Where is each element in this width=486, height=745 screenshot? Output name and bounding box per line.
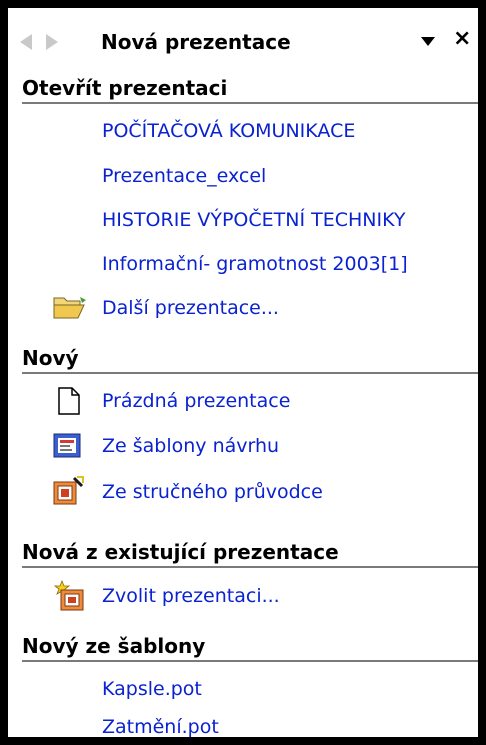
more-presentations-link[interactable]: Další prezentace...: [102, 297, 279, 319]
section-from-template-title: Nový ze šablony: [22, 634, 478, 662]
choose-presentation-link[interactable]: Zvolit prezentaci...: [102, 585, 280, 607]
section-from-existing-title: Nová z existující prezentace: [22, 540, 478, 568]
from-wizard-link[interactable]: Ze stručného průvodce: [102, 481, 323, 503]
recent-presentation-link[interactable]: HISTORIE VÝPOČETNÍ TECHNIKY: [102, 209, 405, 231]
open-folder-icon: [53, 297, 86, 319]
section-new-title: Nový: [22, 346, 478, 374]
recent-presentation-link[interactable]: POČÍTAČOVÁ KOMUNIKACE: [102, 120, 355, 142]
recent-presentation-link[interactable]: Informační- gramotnost 2003[1]: [102, 253, 408, 275]
back-arrow-icon[interactable]: [20, 34, 32, 50]
task-pane-title: Nová prezentace: [101, 30, 291, 54]
autocontent-wizard-icon: [53, 476, 84, 505]
task-pane-header: Nová prezentace ×: [8, 8, 478, 65]
template-link[interactable]: Kapsle.pot: [102, 678, 202, 700]
blank-document-icon: [58, 387, 80, 415]
forward-arrow-icon[interactable]: [46, 34, 58, 50]
existing-presentation-icon: [53, 579, 84, 611]
from-design-template-link[interactable]: Ze šablony návrhu: [102, 435, 279, 457]
blank-presentation-link[interactable]: Prázdná prezentace: [102, 390, 290, 412]
task-pane: Nová prezentace × Otevřít prezentaci POČ…: [8, 8, 478, 737]
recent-presentation-link[interactable]: Prezentace_excel: [102, 165, 266, 187]
close-icon[interactable]: ×: [453, 26, 471, 51]
section-open-title: Otevřít prezentaci: [22, 76, 478, 104]
design-template-icon: [53, 433, 81, 458]
chevron-down-icon[interactable]: [421, 37, 435, 46]
template-link[interactable]: Zatmění.pot: [102, 716, 219, 737]
